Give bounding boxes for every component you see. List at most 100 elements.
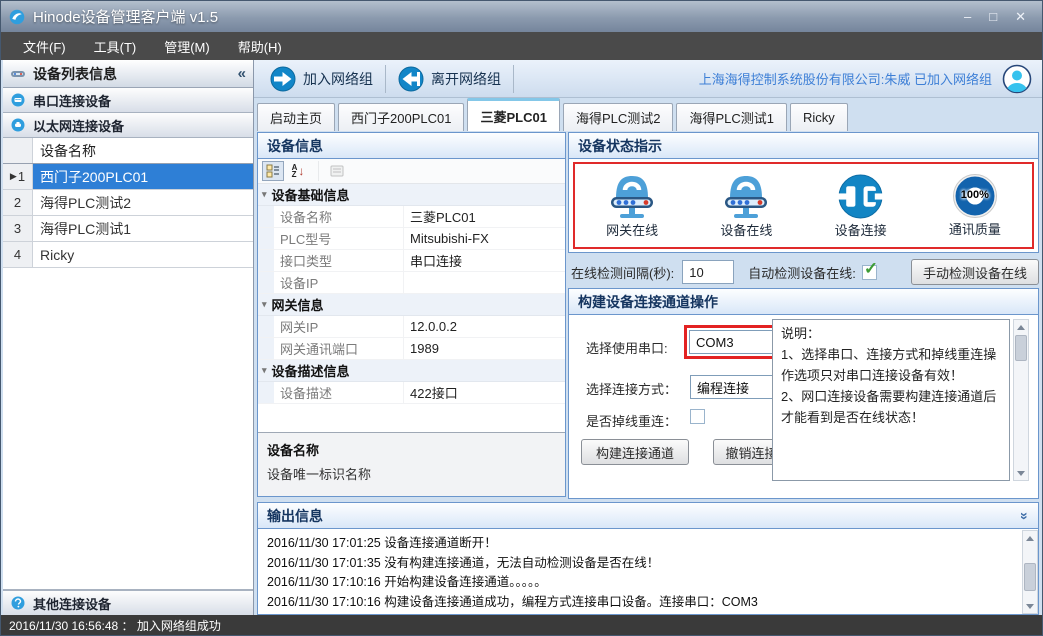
toolbar-button-label: 加入网络组 (303, 69, 373, 89)
device-name-column-header: 设备名称 (33, 138, 253, 163)
table-row[interactable]: 3 海得PLC测试1 (3, 216, 253, 242)
tab-hite-plc-test1[interactable]: 海得PLC测试1 (676, 103, 787, 131)
auto-detect-label: 自动检测设备在线: (748, 263, 856, 282)
device-name: Ricky (33, 242, 253, 267)
tab-start-page[interactable]: 启动主页 (257, 103, 335, 131)
property-row[interactable]: 设备IP (258, 272, 565, 294)
note-scrollbar[interactable] (1013, 319, 1029, 481)
join-network-icon (270, 66, 296, 92)
serial-port-label: 选择使用串口: (586, 338, 668, 357)
build-channel-panel-title: 构建设备连接通道操作 (569, 289, 1038, 315)
window-title: Hinode设备管理客户端 v1.5 (33, 6, 218, 27)
device-status-panel: 设备状态指示 网关在线 (568, 132, 1039, 253)
device-connected-indicator: 设备连接 (804, 164, 918, 247)
property-row[interactable]: PLC型号Mitsubishi-FX (258, 228, 565, 250)
sidebar-item-label: 其他连接设备 (33, 594, 111, 613)
status-highlight-red-box: 网关在线 设备在线 (573, 162, 1034, 249)
device-table: 设备名称 ▶1 西门子200PLC01 2 海得PLC测试2 3 海得PLC测试… (3, 138, 253, 590)
device-name: 西门子200PLC01 (33, 164, 253, 189)
property-row[interactable]: 接口类型串口连接 (258, 250, 565, 272)
indicator-label: 设备连接 (835, 220, 887, 239)
table-row[interactable]: 2 海得PLC测试2 (3, 190, 253, 216)
status-bar: 2016/11/30 16:56:48 ： 加入网络组成功 (1, 615, 1042, 635)
sidebar-item-label: 以太网连接设备 (33, 116, 124, 135)
sidebar-title: 设备列表信息 (33, 64, 117, 84)
table-row[interactable]: ▶1 西门子200PLC01 (3, 164, 253, 190)
device-online-indicator: 设备在线 (689, 164, 803, 247)
auto-detect-checkbox[interactable]: ✓ (862, 265, 877, 280)
close-button[interactable]: ✕ (1015, 9, 1026, 25)
menu-bar: 文件(F) 工具(T) 管理(M) 帮助(H) (1, 32, 1042, 60)
scrollbar-thumb[interactable] (1015, 335, 1027, 361)
build-channel-button[interactable]: 构建连接通道 (581, 439, 689, 465)
property-description-box: 设备名称 设备唯一标识名称 (258, 432, 565, 496)
main-toolbar: 加入网络组 离开网络组 上海海得控制系统股份有限公司:朱威 已加入网络组 (254, 60, 1042, 98)
log-line: 2016/11/30 17:01:25 设备连接通道断开！ (267, 534, 1012, 554)
device-connect-icon (837, 173, 884, 220)
device-name: 海得PLC测试2 (33, 190, 253, 215)
sidebar-header: 设备列表信息 « (3, 60, 253, 88)
menu-help[interactable]: 帮助(H) (224, 32, 296, 61)
maximize-button[interactable]: □ (989, 9, 997, 25)
property-category[interactable]: ▾设备基础信息 (258, 184, 565, 206)
interval-input[interactable] (682, 260, 734, 284)
tab-ricky[interactable]: Ricky (790, 103, 848, 131)
property-pages-icon (318, 161, 348, 181)
output-scrollbar[interactable] (1022, 530, 1038, 614)
tab-mitsubishi-plc[interactable]: 三菱PLC01 (467, 98, 559, 131)
property-row[interactable]: 设备描述422接口 (258, 382, 565, 404)
sort-alphabetical-icon[interactable]: AZ ↓ (287, 161, 309, 181)
scroll-down-icon[interactable] (1023, 599, 1037, 613)
device-table-header: 设备名称 (3, 138, 253, 164)
log-line: 2016/11/30 17:10:16 构建设备连接通道成功，编程方式连接串口设… (267, 593, 1012, 613)
categorized-view-icon[interactable] (262, 161, 284, 181)
log-line: 2016/11/30 17:10:16 开始构建设备连接通道。。。。。 (267, 573, 1012, 593)
indicator-label: 设备在线 (720, 220, 772, 239)
property-category[interactable]: ▾设备描述信息 (258, 360, 565, 382)
scroll-down-icon[interactable] (1014, 466, 1028, 480)
tab-hite-plc-test2[interactable]: 海得PLC测试2 (563, 103, 674, 131)
row-number-header (3, 138, 33, 163)
document-tabs: 启动主页 西门子200PLC01 三菱PLC01 海得PLC测试2 海得PLC测… (254, 98, 1042, 131)
scrollbar-thumb[interactable] (1024, 563, 1036, 591)
log-line: 2016/11/30 17:01:35 没有构建连接通道，无法自动检测设备是否在… (267, 554, 1012, 574)
minimize-button[interactable]: – (964, 9, 971, 25)
collapse-panel-icon[interactable]: » (1017, 512, 1033, 520)
comm-quality-indicator: 100% 通讯质量 (918, 164, 1032, 247)
manual-detect-button[interactable]: 手动检测设备在线 (911, 259, 1039, 285)
sidebar-item-serial-devices[interactable]: 串口连接设备 (3, 88, 253, 113)
sidebar-item-other-devices[interactable]: 其他连接设备 (3, 590, 253, 615)
property-category[interactable]: ▾网关信息 (258, 294, 565, 316)
device-info-panel: 设备信息 AZ ↓ ▾设备基础信息 (257, 132, 566, 497)
property-row[interactable]: 网关IP12.0.0.2 (258, 316, 565, 338)
app-window: Hinode设备管理客户端 v1.5 – □ ✕ 文件(F) 工具(T) 管理(… (0, 0, 1043, 636)
leave-network-icon (398, 66, 424, 92)
device-status-panel-title: 设备状态指示 (569, 133, 1038, 159)
device-list-sidebar: 设备列表信息 « 串口连接设备 以太网连接设备 设备名称 ▶1 西门 (3, 60, 254, 615)
menu-tools[interactable]: 工具(T) (80, 32, 151, 61)
property-grid: ▾设备基础信息 设备名称三菱PLC01 PLC型号Mitsubishi-FX 接… (258, 184, 565, 432)
interval-label: 在线检测间隔(秒): (571, 263, 674, 282)
menu-manage[interactable]: 管理(M) (150, 32, 224, 61)
property-row[interactable]: 设备名称三菱PLC01 (258, 206, 565, 228)
checkmark-icon: ✓ (864, 259, 878, 279)
property-row[interactable]: 网关通讯端口1989 (258, 338, 565, 360)
user-avatar[interactable] (1002, 64, 1032, 94)
scroll-up-icon[interactable] (1023, 531, 1037, 545)
menu-file[interactable]: 文件(F) (9, 32, 80, 61)
connect-mode-label: 选择连接方式： (586, 379, 677, 398)
scroll-up-icon[interactable] (1014, 320, 1028, 334)
sidebar-collapse-icon[interactable]: « (238, 65, 246, 82)
sidebar-item-ethernet-devices[interactable]: 以太网连接设备 (3, 113, 253, 138)
tab-siemens-plc[interactable]: 西门子200PLC01 (338, 103, 464, 131)
table-row[interactable]: 4 Ricky (3, 242, 253, 268)
indicator-label: 通讯质量 (949, 219, 1001, 238)
build-channel-panel: 构建设备连接通道操作 选择使用串口: COM3 选择连接方式： 编程连接 是否掉… (568, 288, 1039, 499)
note-line: 说明： (781, 323, 1001, 344)
reconnect-checkbox[interactable] (690, 409, 705, 424)
note-line: 1、选择串口、连接方式和掉线重连操作选项只对串口连接设备有效！ (781, 344, 1001, 386)
device-list-icon (10, 66, 26, 82)
leave-network-group-button[interactable]: 离开网络组 (388, 63, 511, 95)
comm-quality-value: 100% (952, 189, 998, 201)
join-network-group-button[interactable]: 加入网络组 (260, 63, 383, 95)
